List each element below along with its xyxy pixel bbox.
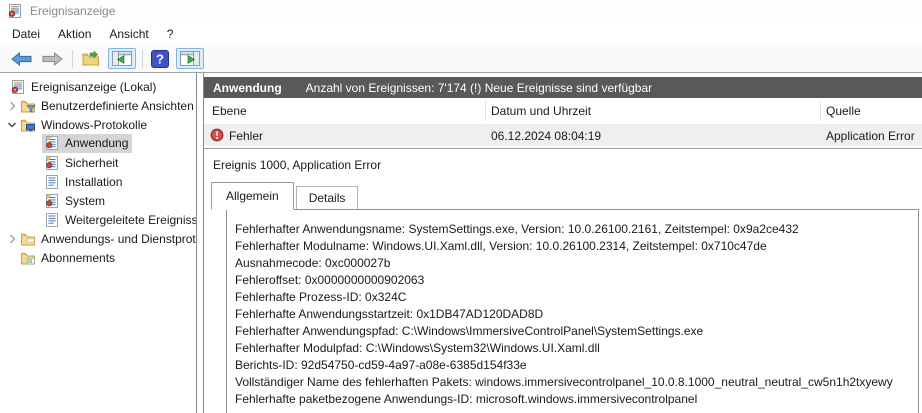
show-action-pane-button[interactable] [176,48,204,69]
tab-allgemein[interactable]: Allgemein [211,182,294,210]
tree-item-label: System [65,193,106,208]
title-bar[interactable]: Ereignisanzeige [0,0,922,22]
detail-line: Fehlerhafter Modulpfad: C:\Windows\Syste… [235,341,600,355]
detail-title: Ereignis 1000, Application Error [213,158,382,172]
menu-datei[interactable]: Datei [3,24,49,44]
show-console-tree-icon [112,51,132,66]
menu-bar: Datei Aktion Ansicht ? [0,22,922,45]
chevron-right-icon[interactable] [6,100,18,112]
tree-item-label: Sicherheit [65,155,119,170]
tree-item-label: Ereignisanzeige (Lokal) [31,79,157,94]
tree-item-label: Anwendungs- und Dienstprotokolle [41,231,196,246]
event-viewer-window: Ereignisanzeige Datei Aktion Ansicht ? ?… [0,0,922,413]
forward-icon [42,51,63,66]
log-name: Anwendung [213,80,282,95]
folder-icon [21,233,35,245]
tree-item-sicherheit[interactable]: Sicherheit [0,153,196,172]
tab-details[interactable]: Details [295,186,359,209]
tree-item-abonnements[interactable]: Abonnements [0,248,196,267]
event-viewer-app-icon [8,4,21,18]
show-console-tree-button[interactable] [108,48,136,69]
tree-item-apps-services-logs[interactable]: Anwendungs- und Dienstprotokolle [0,229,196,248]
help-icon: ? [151,49,169,68]
toolbar: ? [0,45,922,73]
column-header-quelle[interactable]: Quelle [826,104,861,118]
detail-line: Fehlerhafter Modulname: Windows.UI.Xaml.… [235,239,767,253]
menu-help[interactable]: ? [158,24,183,44]
event-viewer-icon [11,79,24,94]
tree-item-anwendung[interactable]: Anwendung [0,134,196,153]
open-saved-log-icon [82,50,99,65]
selected-tree-item: Anwendung [42,134,133,153]
forward-button[interactable] [39,50,66,68]
event-log-alert-icon [46,136,58,150]
event-detail-pane: Ereignis 1000, Application Error Allgeme… [204,148,922,413]
tree-item-installation[interactable]: Installation [0,172,196,191]
event-source: Application Error [826,129,915,143]
detail-line: Vollständiger Name des fehlerhaften Pake… [235,375,893,389]
help-button[interactable]: ? [148,48,172,70]
tree-item-label: Benutzerdefinierte Ansichten [41,98,194,113]
column-header-ebene[interactable]: Ebene [212,104,247,118]
open-saved-log-button[interactable] [78,49,104,69]
chevron-down-icon[interactable] [6,119,18,131]
error-icon [210,128,224,142]
column-divider[interactable] [820,101,821,121]
tree-item-custom-views[interactable]: Benutzerdefinierte Ansichten [0,96,196,115]
event-level: Fehler [229,129,264,143]
event-log-icon [46,212,58,227]
tree-item-label: Anwendung [65,136,129,150]
toolbar-separator [142,49,143,68]
tree-item-root[interactable]: Ereignisanzeige (Lokal) [0,77,196,96]
toolbar-separator [72,49,73,68]
tree-item-label: Weitergeleitete Ereignisse [65,212,197,227]
menu-aktion[interactable]: Aktion [49,24,100,44]
detail-line: Fehleroffset: 0x0000000000902063 [235,273,425,287]
back-icon [11,51,32,66]
custom-views-folder-icon [21,100,36,113]
column-header-datum[interactable]: Datum und Uhrzeit [491,104,591,118]
event-log-alert-icon [46,155,58,170]
back-button[interactable] [8,50,35,68]
detail-line: Ausnahmecode: 0xc000027b [235,256,391,270]
log-summary: Anzahl von Ereignissen: 7'174 (!) Neue E… [305,80,653,95]
tree-item-label: Abonnements [41,250,116,265]
window-title: Ereignisanzeige [30,4,116,18]
log-header-bar: Anwendung Anzahl von Ereignissen: 7'174 … [204,77,922,98]
svg-text:?: ? [156,51,164,66]
event-log-icon [46,174,58,189]
detail-tabs: Allgemein Details [204,181,922,210]
menu-ansicht[interactable]: Ansicht [100,24,157,44]
detail-line: Fehlerhafte paketbezogene Anwendungs-ID:… [235,392,698,406]
tree-item-weitergeleitete[interactable]: Weitergeleitete Ereignisse [0,210,196,229]
events-pane: Anwendung Anzahl von Ereignissen: 7'174 … [203,73,922,413]
tree-item-system[interactable]: System [0,191,196,210]
tree-item-label: Windows-Protokolle [41,117,148,132]
tree-item-label: Installation [65,174,123,189]
detail-line: Fehlerhafte Prozess-ID: 0x324C [235,290,407,304]
content-area: Ereignisanzeige (Lokal) Benutzerdefinier… [0,73,922,413]
detail-line: Fehlerhafte Anwendungsstartzeit: 0x1DB47… [235,307,544,321]
event-row[interactable]: Fehler 06.12.2024 08:04:19 Application E… [204,125,922,146]
detail-line: Fehlerhafter Anwendungsname: SystemSetti… [235,222,799,236]
detail-line: Berichts-ID: 92d54750-cd59-4a97-a08e-638… [235,358,527,372]
windows-logs-folder-icon [21,119,35,131]
console-tree: Ereignisanzeige (Lokal) Benutzerdefinier… [0,73,197,413]
column-divider[interactable] [485,101,486,121]
events-table-header: Ebene Datum und Uhrzeit Quelle [204,98,922,125]
event-log-alert-icon [46,193,58,208]
show-action-pane-icon [180,51,200,66]
subscriptions-icon [21,252,35,264]
chevron-right-icon[interactable] [6,233,18,245]
detail-text-box[interactable]: Fehlerhafter Anwendungsname: SystemSetti… [226,209,919,413]
event-datetime: 06.12.2024 08:04:19 [491,129,602,143]
detail-line: Fehlerhafter Anwendungspfad: C:\Windows\… [235,324,704,338]
tree-item-windows-logs[interactable]: Windows-Protokolle [0,115,196,134]
